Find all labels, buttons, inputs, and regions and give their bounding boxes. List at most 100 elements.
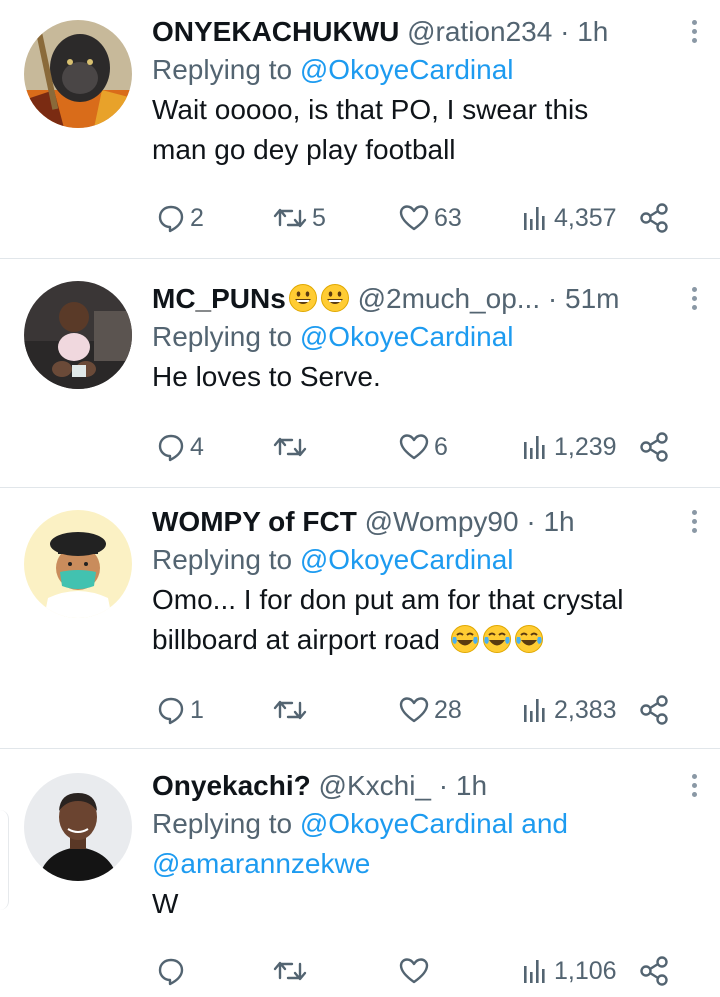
vertical-ellipsis-icon[interactable] (684, 510, 704, 540)
gorilla-avatar-icon (24, 20, 132, 128)
like-button[interactable]: 63 (398, 198, 462, 238)
avatar[interactable] (24, 510, 132, 618)
edge-handle (0, 810, 9, 910)
tweet-actions: 4 6 1,239 (152, 427, 682, 467)
views-button[interactable]: 2,383 (520, 690, 617, 730)
timestamp[interactable]: 1h (577, 16, 608, 47)
views-button[interactable]: 4,357 (520, 198, 617, 238)
display-name[interactable]: MC_PUNs (152, 283, 350, 314)
retweet-button[interactable] (272, 690, 312, 730)
vertical-ellipsis-icon[interactable] (684, 287, 704, 317)
tweet-text-line: Omo... I for don put am for that crystal (152, 584, 624, 615)
mention-link[interactable]: @OkoyeCardinal (300, 321, 514, 352)
user-handle[interactable]: @Wompy90 (365, 506, 519, 537)
view-count: 4,357 (554, 203, 617, 232)
retweet-arrows-icon (273, 961, 307, 981)
retweet-arrows-icon (273, 437, 307, 457)
timestamp[interactable]: 1h (456, 770, 487, 801)
separator-dot: · (547, 283, 558, 314)
avatar[interactable] (24, 20, 132, 128)
display-name[interactable]: ONYEKACHUKWU (152, 16, 399, 47)
tweet-1[interactable]: ONYEKACHUKWU @ration234 · 1h Replying to… (0, 0, 720, 258)
retweet-button[interactable] (272, 427, 312, 467)
separator-dot: · (560, 16, 570, 47)
retweet-button[interactable]: 5 (272, 198, 326, 238)
view-count: 1,239 (554, 432, 617, 461)
share-button[interactable] (638, 198, 670, 238)
share-nodes-icon (640, 956, 668, 986)
tweet-header: MC_PUNs @2much_op... · 51m (152, 281, 690, 317)
tweet-3[interactable]: WOMPY of FCT @Wompy90 · 1h Replying to @… (0, 488, 720, 748)
tweet-text-line: Wait ooooo, is that PO, I swear this (152, 94, 589, 125)
bar-chart-icon (524, 960, 545, 983)
baby-photo-avatar-icon (24, 281, 132, 389)
replying-to: Replying to @OkoyeCardinal (152, 50, 690, 90)
bar-chart-icon (524, 207, 545, 230)
share-button[interactable] (638, 690, 670, 730)
reply-button[interactable]: 4 (156, 427, 204, 467)
reply-button[interactable]: 1 (156, 690, 204, 730)
tweet-header: ONYEKACHUKWU @ration234 · 1h (152, 14, 690, 50)
user-handle[interactable]: @2much_op... (358, 283, 541, 314)
replying-to: Replying to @OkoyeCardinal and (152, 804, 690, 844)
tweet-text-line-wrap: billboard at airport road (152, 620, 690, 660)
separator-dot: · (526, 506, 536, 537)
tweet-actions: 1,106 (152, 951, 682, 991)
views-button[interactable]: 1,106 (520, 951, 617, 991)
tweet-4[interactable]: Onyekachi? @Kxchi_ · 1h Replying to @Oko… (0, 749, 720, 997)
share-nodes-icon (640, 432, 668, 462)
vertical-ellipsis-icon[interactable] (684, 774, 704, 804)
mention-link[interactable]: @OkoyeCardinal (300, 808, 514, 839)
tweet-text: Wait ooooo, is that PO, I swear this man… (152, 90, 690, 170)
tweet-text: Omo... I for don put am for that crystal… (152, 580, 690, 660)
view-count: 2,383 (554, 695, 617, 724)
tweet-actions: 2 5 63 4,357 (152, 198, 682, 238)
cartoon-mask-avatar-icon (24, 510, 132, 618)
replying-to-second-line: @amarannzekwe (152, 844, 690, 884)
mention-link[interactable]: @amarannzekwe (152, 848, 370, 879)
tweet-2[interactable]: MC_PUNs @2much_op... · 51m Replying to @… (0, 259, 720, 487)
tweet-text-line: billboard at airport road (152, 624, 440, 655)
like-count: 63 (434, 203, 462, 232)
share-nodes-icon (640, 695, 668, 725)
timestamp[interactable]: 51m (565, 283, 619, 314)
vertical-ellipsis-icon[interactable] (684, 20, 704, 50)
share-button[interactable] (638, 427, 670, 467)
like-button[interactable] (398, 951, 434, 991)
like-button[interactable]: 6 (398, 427, 448, 467)
heart-icon (399, 697, 429, 723)
speech-bubble-icon (158, 434, 184, 462)
reply-button[interactable] (156, 951, 190, 991)
mention-link[interactable]: @OkoyeCardinal (300, 54, 514, 85)
reply-count: 1 (190, 695, 204, 724)
timestamp[interactable]: 1h (543, 506, 574, 537)
share-button[interactable] (638, 951, 670, 991)
tweet-text-line: man go dey play football (152, 134, 456, 165)
like-count: 28 (434, 695, 462, 724)
tweet-header: WOMPY of FCT @Wompy90 · 1h (152, 504, 690, 540)
avatar[interactable] (24, 773, 132, 881)
bar-chart-icon (524, 436, 545, 459)
like-button[interactable]: 28 (398, 690, 462, 730)
views-button[interactable]: 1,239 (520, 427, 617, 467)
mention-link[interactable]: @OkoyeCardinal (300, 544, 514, 575)
tweet-text: He loves to Serve. (152, 357, 690, 397)
retweet-button[interactable] (272, 951, 312, 991)
grinning-face-emoji-icon (288, 284, 317, 312)
reply-feed: ONYEKACHUKWU @ration234 · 1h Replying to… (0, 0, 720, 997)
retweet-arrows-icon (273, 700, 307, 720)
display-name[interactable]: WOMPY of FCT (152, 506, 357, 537)
avatar[interactable] (24, 281, 132, 389)
reply-button[interactable]: 2 (156, 198, 204, 238)
reply-count: 2 (190, 203, 204, 232)
speech-bubble-icon (158, 958, 184, 986)
replying-to-label: Replying to (152, 808, 300, 839)
separator-dot: · (438, 770, 449, 801)
view-count: 1,106 (554, 956, 617, 985)
user-handle[interactable]: @Kxchi_ (319, 770, 431, 801)
speech-bubble-icon (158, 697, 184, 725)
display-name[interactable]: Onyekachi? (152, 770, 311, 801)
user-handle[interactable]: @ration234 (407, 16, 552, 47)
heart-icon (399, 205, 429, 231)
replying-to-label: Replying to (152, 544, 300, 575)
